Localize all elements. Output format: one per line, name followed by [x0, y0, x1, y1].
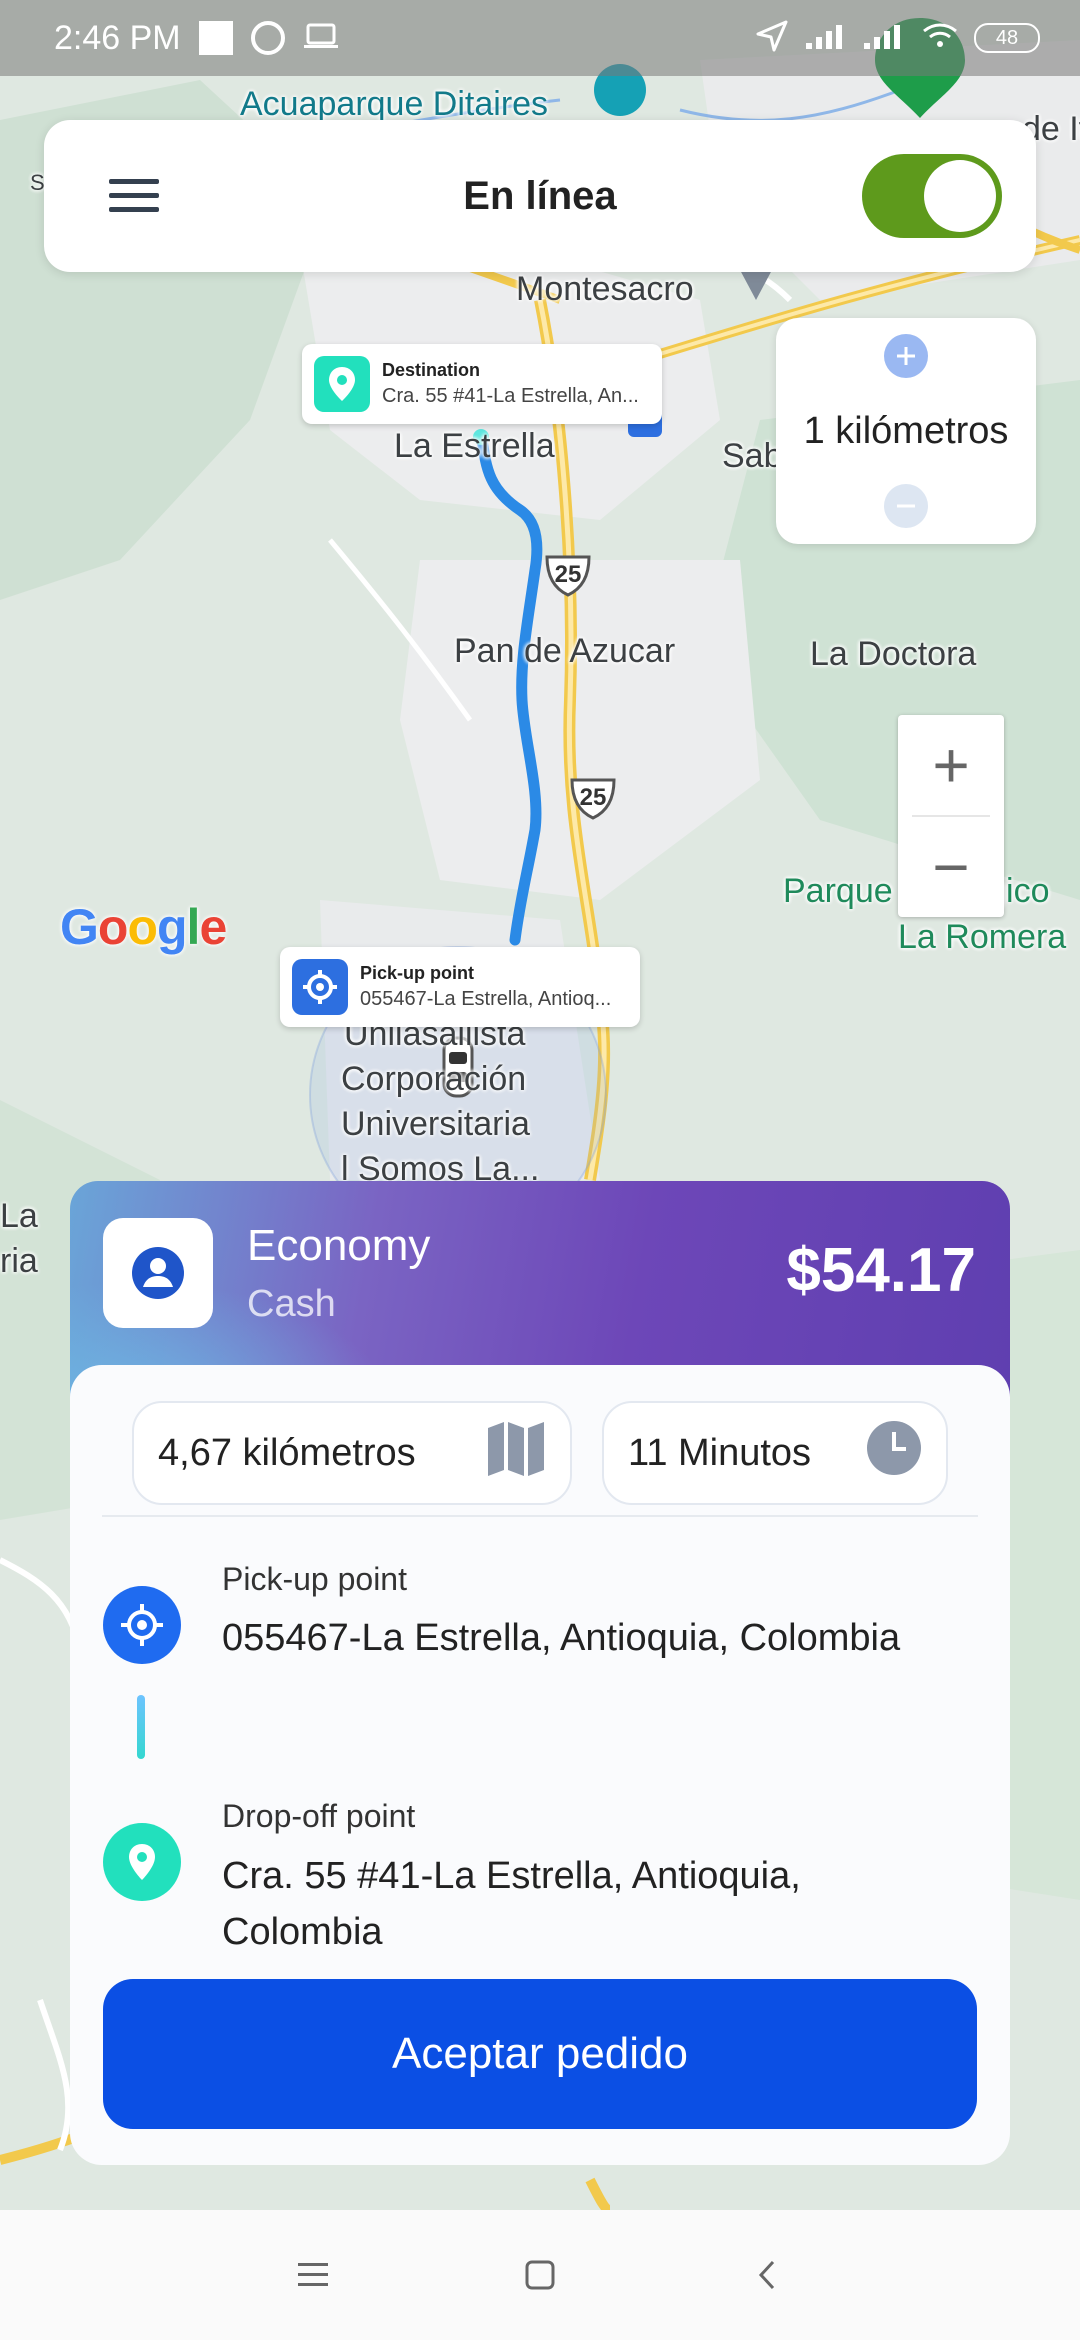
minus-icon [897, 504, 915, 508]
signal-icon [804, 21, 848, 56]
chevron-left-icon [758, 2260, 774, 2290]
search-radius-card: 1 kilómetros [776, 318, 1036, 544]
hamburger-icon [109, 179, 159, 212]
route-shield: 25 [543, 553, 593, 597]
destination-marker-address: Cra. 55 #41-La Estrella, An... [382, 385, 639, 407]
details-divider [102, 1515, 978, 1517]
map-label: Acuaparque Ditaires [240, 85, 549, 123]
map-label: Pan de Azucar [454, 632, 676, 670]
clock-icon [866, 1420, 922, 1486]
pickup-marker-address: 055467-La Estrella, Antioq... [360, 988, 612, 1010]
radius-label: 1 kilómetros [803, 409, 1009, 452]
radius-increase-button[interactable] [884, 334, 928, 378]
back-button[interactable] [727, 2235, 807, 2315]
status-bar: 2:46 PM 48 [0, 0, 1080, 76]
signal-icon [862, 21, 906, 56]
crosshair-icon [292, 959, 348, 1015]
notification-square-icon [198, 21, 233, 55]
wifi-icon [920, 21, 960, 56]
google-logo: Google [60, 899, 227, 955]
map-label: La Estrella [394, 427, 555, 465]
zoom-out-button[interactable]: − [898, 817, 1004, 917]
plus-icon [897, 347, 915, 365]
status-time: 2:46 PM [54, 18, 181, 57]
map-label: Montesacro [516, 270, 694, 308]
app-d-icon [250, 21, 285, 55]
pickup-label: Pick-up point [222, 1561, 407, 1597]
pickup-marker-title: Pick-up point [360, 963, 474, 983]
pickup-marker[interactable]: Pick-up point 055467-La Estrella, Antioq… [280, 947, 640, 1027]
home-button[interactable] [500, 2235, 580, 2315]
payment-method: Cash [247, 1283, 336, 1325]
menu-button[interactable] [84, 146, 184, 246]
location-arrow-icon [754, 18, 790, 59]
service-type: Economy [247, 1221, 431, 1270]
system-nav-bar [0, 2210, 1080, 2340]
order-card: Economy Cash $54.17 4,67 kilómetros 11 M… [70, 1181, 1010, 2165]
map-label: ria [0, 1242, 38, 1280]
battery-indicator: 48 [974, 23, 1040, 53]
pickup-address: 055467-La Estrella, Antioquia, Colombia [222, 1617, 901, 1659]
duration-chip: 11 Minutos [602, 1401, 948, 1505]
zoom-controls: + − [898, 715, 1004, 917]
map-label: La Doctora [810, 635, 977, 673]
accept-order-button[interactable]: Aceptar pedido [103, 1979, 977, 2129]
online-toggle[interactable] [862, 154, 1002, 238]
map-pin-icon [103, 1823, 181, 1901]
map-label: La Romera [898, 918, 1067, 956]
user-icon [103, 1218, 213, 1328]
dropoff-address: Cra. 55 #41-La Estrella, Antioquia, Colo… [222, 1855, 801, 1953]
map-pin-icon [314, 356, 370, 412]
route-connector [137, 1695, 145, 1759]
map-label: Universitaria [341, 1105, 530, 1143]
distance-value: 4,67 kilómetros [158, 1431, 416, 1474]
toggle-knob [924, 160, 996, 232]
map-label: Corporación [341, 1060, 527, 1098]
map-label: S [30, 170, 45, 195]
crosshair-icon [103, 1586, 181, 1664]
recent-apps-button[interactable] [273, 2235, 353, 2315]
map-label: La [0, 1197, 38, 1235]
dropoff-label: Drop-off point [222, 1798, 416, 1834]
map-label: Sab [722, 437, 783, 475]
order-price: $54.17 [786, 1236, 976, 1305]
radius-decrease-button[interactable] [884, 484, 928, 528]
route-shield: 25 [568, 776, 618, 820]
status-header-card: En línea [44, 120, 1036, 272]
square-icon [525, 2260, 555, 2290]
map-icon [486, 1418, 546, 1488]
distance-chip: 4,67 kilómetros [132, 1401, 572, 1505]
duration-value: 11 Minutos [628, 1431, 812, 1474]
menu-lines-icon [298, 2263, 329, 2286]
destination-marker-title: Destination [382, 360, 481, 380]
zoom-in-button[interactable]: + [898, 715, 1004, 815]
laptop-icon [303, 22, 339, 55]
destination-marker[interactable]: Destination Cra. 55 #41-La Estrella, An.… [302, 344, 662, 424]
